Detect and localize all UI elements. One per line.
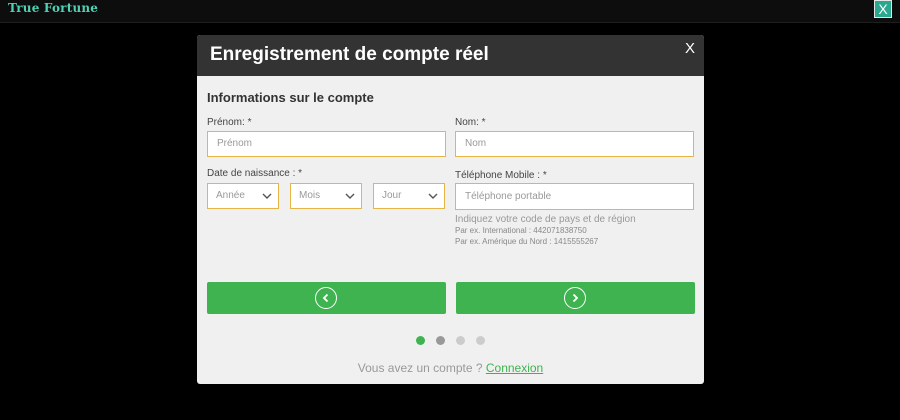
nom-input[interactable]: Nom	[455, 131, 694, 157]
phone-example-north-america: Par ex. Amérique du Nord : 1415555267	[455, 237, 599, 246]
phone-hint: Indiquez votre code de pays et de région	[455, 214, 636, 225]
dob-label: Date de naissance : *	[207, 168, 303, 179]
modal-title: Enregistrement de compte réel	[210, 44, 489, 65]
login-prompt: Vous avez un compte ? Connexion	[197, 361, 704, 375]
brand-logo: True Fortune	[8, 1, 99, 15]
modal-close-button[interactable]: X	[685, 40, 695, 57]
nom-label: Nom: *	[455, 117, 486, 128]
month-select[interactable]: Mois	[290, 183, 362, 209]
phone-input[interactable]: Téléphone portable	[455, 183, 694, 210]
chevron-down-icon	[262, 193, 272, 199]
phone-label: Téléphone Mobile : *	[455, 170, 547, 181]
phone-example-international: Par ex. International : 442071838750	[455, 226, 587, 235]
login-link[interactable]: Connexion	[486, 361, 543, 375]
day-select-value: Jour	[382, 190, 402, 201]
chevron-down-icon	[428, 193, 438, 199]
month-select-value: Mois	[299, 190, 321, 201]
registration-modal: Enregistrement de compte réel X Informat…	[197, 35, 704, 384]
section-title: Informations sur le compte	[207, 90, 374, 105]
chevron-left-circle-icon	[315, 287, 337, 309]
window-close-button[interactable]: X	[874, 0, 892, 18]
day-select[interactable]: Jour	[373, 183, 445, 209]
step-dot-2[interactable]	[436, 336, 445, 345]
next-button[interactable]	[456, 282, 695, 314]
chevron-down-icon	[345, 193, 355, 199]
year-select[interactable]: Année	[207, 183, 279, 209]
prenom-label: Prénom: *	[207, 117, 252, 128]
chevron-right-circle-icon	[564, 287, 586, 309]
previous-button[interactable]	[207, 282, 446, 314]
prenom-input[interactable]: Prénom	[207, 131, 446, 157]
chevron-left-icon	[322, 293, 329, 303]
chevron-right-icon	[572, 293, 579, 303]
modal-header: Enregistrement de compte réel X	[197, 35, 704, 76]
step-dot-3[interactable]	[456, 336, 465, 345]
top-bar: True Fortune X	[0, 0, 900, 23]
year-select-value: Année	[216, 190, 245, 201]
step-dot-1[interactable]	[416, 336, 425, 345]
login-prompt-text: Vous avez un compte ?	[357, 361, 483, 375]
step-dot-4[interactable]	[476, 336, 485, 345]
